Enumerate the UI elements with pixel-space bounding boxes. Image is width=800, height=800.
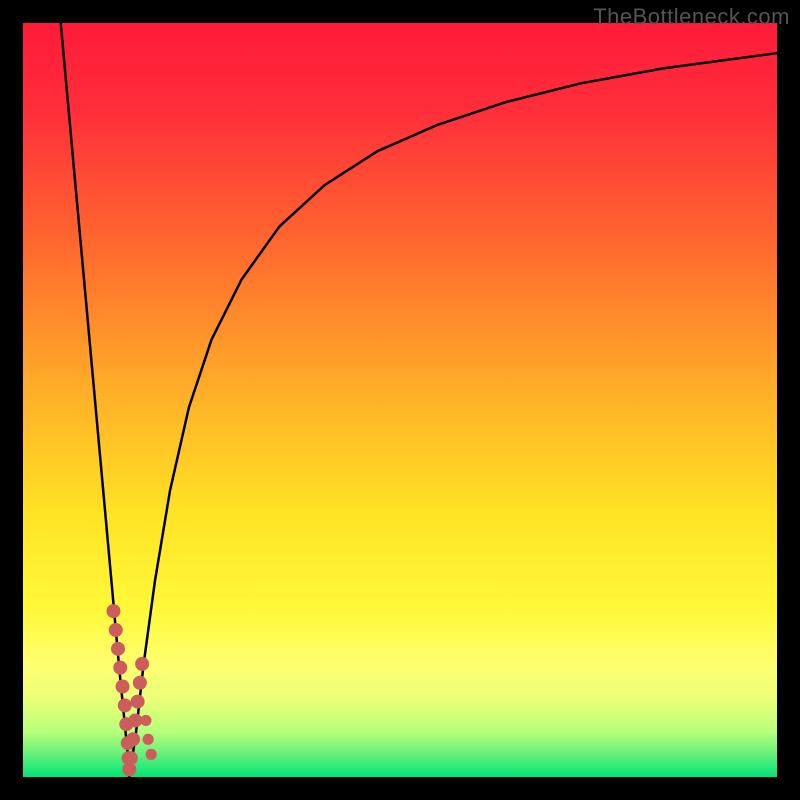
data-marker [116, 680, 130, 694]
data-marker [118, 698, 132, 712]
data-marker [140, 715, 151, 726]
data-marker [106, 604, 120, 618]
watermark-text: TheBottleneck.com [593, 4, 790, 30]
data-marker [111, 642, 125, 656]
data-marker [124, 751, 138, 765]
chart-frame: TheBottleneck.com [0, 0, 800, 800]
data-marker [143, 734, 154, 745]
data-marker [126, 732, 140, 746]
chart-svg [23, 23, 777, 777]
data-marker [109, 623, 123, 637]
data-marker [113, 661, 127, 675]
plot-area [23, 23, 777, 777]
data-marker [128, 713, 142, 727]
data-marker [146, 749, 157, 760]
data-marker [131, 695, 145, 709]
data-marker [135, 657, 149, 671]
data-marker [133, 676, 147, 690]
